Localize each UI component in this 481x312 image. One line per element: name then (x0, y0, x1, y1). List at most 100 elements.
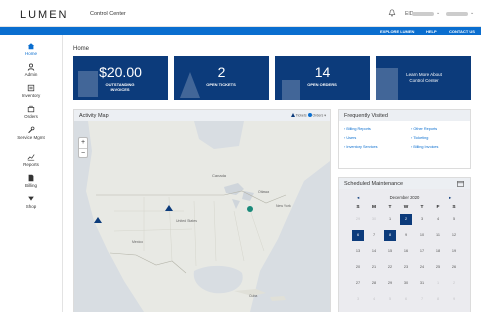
learn-more-text: Learn More About Control Center (406, 72, 442, 83)
explore-lumen-link[interactable]: EXPLORE LUMEN (380, 29, 414, 34)
calendar-day[interactable]: 21 (368, 262, 380, 273)
calendar-day[interactable]: 1 (432, 278, 444, 289)
calendar-day[interactable]: 8 (384, 230, 396, 241)
wrench-icon (28, 126, 35, 134)
calendar-day[interactable]: 17 (416, 246, 428, 257)
open-orders-count: 14 (314, 64, 331, 80)
outstanding-invoices-card[interactable]: $20.00 OUTSTANDING INVOICES (73, 56, 168, 100)
chevron-down-icon[interactable]: ⌄ (436, 10, 440, 16)
open-tickets-count: 2 (217, 64, 226, 80)
calendar-day[interactable]: 14 (368, 246, 380, 257)
sidebar-item-shop[interactable]: Shop (0, 192, 62, 214)
sidebar-item-label: Billing (24, 183, 37, 188)
calendar-day[interactable]: 3 (352, 294, 364, 305)
calendar-day[interactable]: 22 (384, 262, 396, 273)
calendar-day[interactable]: 11 (432, 230, 444, 241)
sidebar-item-home[interactable]: Home (0, 39, 62, 61)
help-link[interactable]: HELP (426, 29, 437, 34)
calendar-day[interactable]: 4 (432, 214, 444, 225)
learn-more-card[interactable]: Learn More About Control Center (376, 56, 471, 100)
sidebar-item-admin[interactable]: Admin (0, 60, 62, 82)
map-label-ottawa: Ottawa (258, 190, 269, 194)
cart-icon (27, 105, 35, 113)
activity-map-panel: Activity Map Tickets Orders ▾ Canada Ott… (73, 109, 331, 312)
app-title: Control Center (90, 11, 126, 17)
calendar-day[interactable]: 7 (368, 230, 380, 241)
calendar-day[interactable]: 3 (416, 214, 428, 225)
chevron-down-icon[interactable]: ⌄ (470, 10, 474, 16)
calendar-day[interactable]: 5 (448, 214, 460, 225)
chart-icon (27, 154, 35, 161)
maintenance-calendar: ◂ December 2020 ▸ S M T W T F S 29 30 1 2 3 4 5 6 7 8 9 10… (339, 189, 470, 312)
calendar-day[interactable]: 1 (384, 214, 396, 225)
calendar-day[interactable]: 2 (448, 278, 460, 289)
legend-orders: Orders (312, 113, 324, 118)
calendar-day[interactable]: 9 (448, 294, 460, 305)
sidebar-item-orders[interactable]: Orders (0, 102, 62, 124)
sidebar-item-reports[interactable]: Reports (0, 150, 62, 172)
calendar-day[interactable]: 9 (400, 230, 412, 241)
sidebar-item-label: Orders (24, 114, 38, 119)
link-billing-reports[interactable]: › Billing Reports (344, 127, 371, 131)
calendar-day[interactable]: 6 (400, 294, 412, 305)
link-ticketing[interactable]: › Ticketing (411, 136, 428, 140)
zoom-in-button[interactable]: + (79, 138, 87, 148)
calendar-day[interactable]: 13 (352, 246, 364, 257)
open-orders-card[interactable]: 14 OPEN ORDERS (275, 56, 370, 100)
user-icon (27, 63, 35, 71)
calendar-day[interactable]: 29 (352, 214, 364, 225)
open-tickets-card[interactable]: 2 OPEN TICKETS (174, 56, 269, 100)
sidebar-item-inventory[interactable]: Inventory (0, 81, 62, 103)
next-month-button[interactable]: ▸ (449, 195, 451, 201)
calendar-day[interactable]: 7 (416, 294, 428, 305)
map-label-mexico: Mexico (132, 240, 143, 244)
calendar-weekday: W (403, 205, 409, 210)
calendar-day[interactable]: 19 (448, 246, 460, 257)
calendar-day[interactable]: 6 (352, 230, 364, 241)
calendar-day[interactable]: 23 (400, 262, 412, 273)
calendar-weekday: T (420, 205, 424, 210)
calendar-day[interactable]: 8 (432, 294, 444, 305)
link-other-reports[interactable]: › Other Reports (411, 127, 437, 131)
calendar-day[interactable]: 2 (400, 214, 412, 225)
map-legend[interactable]: Tickets Orders ▾ (290, 113, 326, 118)
link-inventory-services[interactable]: › Inventory Services (344, 145, 378, 149)
top-header: LUMEN Control Center EID ⌄ ⌄ (0, 0, 481, 27)
calendar-day[interactable]: 29 (384, 278, 396, 289)
contact-us-link[interactable]: CONTACT US (449, 29, 475, 34)
sidebar-item-service-mgmt[interactable]: Service Mgmt (0, 123, 62, 150)
calendar-day[interactable]: 30 (400, 278, 412, 289)
calendar-icon[interactable] (457, 180, 464, 187)
list-icon (27, 84, 35, 92)
calendar-day[interactable]: 16 (400, 246, 412, 257)
activity-map[interactable]: Canada Ottawa New York United States Mex… (74, 121, 330, 312)
map-label-canada: Canada (212, 173, 227, 178)
user-menu[interactable] (446, 12, 468, 16)
calendar-day[interactable]: 28 (368, 278, 380, 289)
calendar-day[interactable]: 15 (384, 246, 396, 257)
calendar-day[interactable]: 24 (416, 262, 428, 273)
lumen-logo[interactable]: LUMEN (20, 9, 69, 21)
calendar-day[interactable]: 10 (416, 230, 428, 241)
bell-icon[interactable] (388, 9, 396, 17)
map-canvas[interactable]: Canada Ottawa New York United States Mex… (74, 121, 330, 312)
zoom-out-button[interactable]: − (79, 148, 87, 158)
calendar-day[interactable]: 12 (448, 230, 460, 241)
calendar-day[interactable]: 27 (352, 278, 364, 289)
page-title: Home (73, 46, 90, 52)
calendar-day[interactable]: 5 (384, 294, 396, 305)
legend-tickets: Tickets (295, 113, 307, 118)
account-selector[interactable] (412, 12, 434, 16)
calendar-day[interactable]: 25 (432, 262, 444, 273)
frequently-visited-panel: Frequently Visited › Billing Reports › O… (338, 109, 471, 169)
link-billing-invoices[interactable]: › Billing Invoices (411, 145, 438, 149)
calendar-day[interactable]: 31 (416, 278, 428, 289)
link-users[interactable]: › Users (344, 136, 356, 140)
sidebar-item-label: Inventory (21, 93, 41, 98)
calendar-day[interactable]: 20 (352, 262, 364, 273)
calendar-day[interactable]: 30 (368, 214, 380, 225)
calendar-day[interactable]: 26 (448, 262, 460, 273)
calendar-day[interactable]: 4 (368, 294, 380, 305)
calendar-day[interactable]: 18 (432, 246, 444, 257)
sidebar-item-billing[interactable]: Billing (0, 171, 62, 193)
